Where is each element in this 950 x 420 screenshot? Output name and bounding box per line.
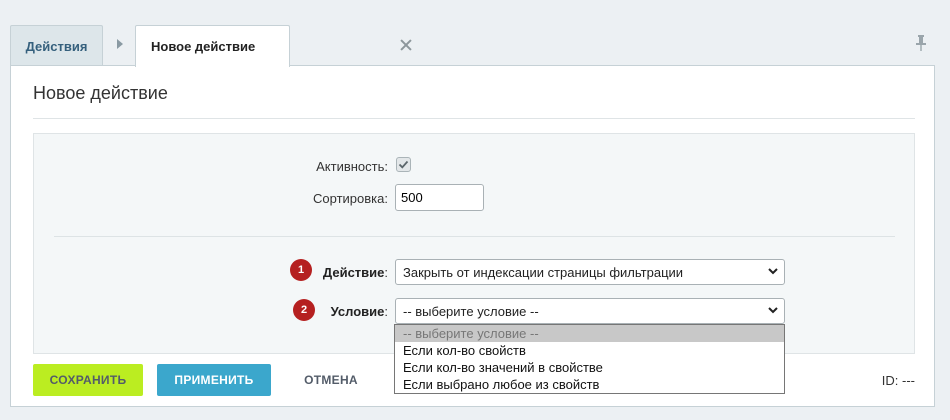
dropdown-option[interactable]: -- выберите условие --	[395, 325, 784, 342]
close-icon[interactable]	[400, 39, 412, 51]
page-title: Новое действие	[33, 83, 168, 103]
tab-bar: Действия Новое действие	[0, 0, 950, 67]
action-colon: :	[384, 265, 388, 280]
dropdown-option[interactable]: Если выбрано любое из свойств	[395, 376, 784, 393]
step-badge-1: 1	[290, 259, 312, 281]
cancel-button[interactable]: ОТМЕНА	[291, 364, 371, 396]
chevron-down-icon	[768, 268, 778, 275]
active-checkbox[interactable]	[396, 157, 411, 172]
tab-actions[interactable]: Действия	[10, 25, 103, 66]
dropdown-option[interactable]: Если кол-во значений в свойстве	[395, 359, 784, 376]
form-divider	[54, 236, 895, 237]
sort-input[interactable]	[395, 184, 484, 211]
step-badge-2: 2	[293, 299, 315, 321]
condition-label: Условие	[330, 304, 385, 319]
condition-select-value: -- выберите условие --	[403, 303, 539, 319]
dropdown-option[interactable]: Если кол-во свойств	[395, 342, 784, 359]
condition-colon: :	[384, 304, 388, 319]
action-label-wrap: Действие:	[323, 265, 388, 280]
condition-dropdown-list: -- выберите условие -- Если кол-во свойс…	[394, 324, 785, 394]
action-select-value: Закрыть от индексации страницы фильтраци…	[403, 264, 684, 280]
apply-button[interactable]: ПРИМЕНИТЬ	[157, 364, 271, 396]
checkmark-icon	[398, 160, 409, 169]
tab-actions-label: Действия	[25, 38, 88, 54]
form-area: Активность: Сортировка: 1 Действие: Закр…	[33, 133, 915, 354]
save-button[interactable]: СОХРАНИТЬ	[33, 364, 143, 396]
chevron-down-icon	[768, 307, 778, 314]
tab-new-action-label: Новое действие	[151, 39, 256, 54]
pin-icon[interactable]	[915, 35, 927, 51]
sort-label: Сортировка:	[313, 191, 388, 206]
action-label: Действие	[322, 265, 385, 280]
id-label: ID: ---	[881, 373, 915, 388]
action-select[interactable]: Закрыть от индексации страницы фильтраци…	[395, 259, 785, 285]
condition-select[interactable]: -- выберите условие --	[395, 298, 785, 324]
breadcrumb-arrow-icon	[117, 39, 123, 49]
active-label: Активность:	[316, 159, 388, 174]
tab-new-action[interactable]: Новое действие	[135, 25, 290, 67]
condition-label-wrap: Условие:	[331, 304, 388, 319]
title-divider	[33, 118, 915, 119]
